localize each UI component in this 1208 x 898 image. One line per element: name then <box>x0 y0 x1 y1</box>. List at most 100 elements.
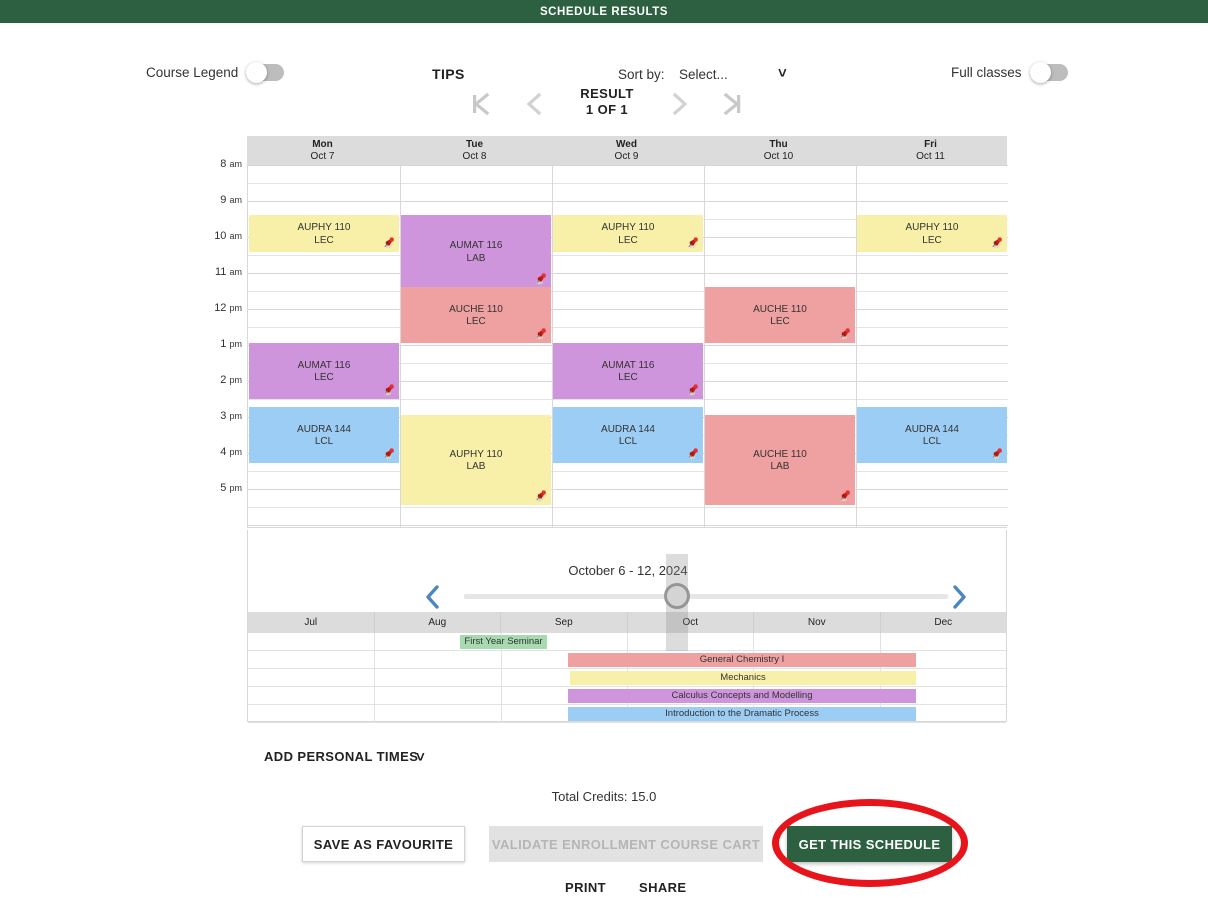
pushpin-icon <box>384 384 394 396</box>
sort-by-label: Sort by: <box>618 67 665 82</box>
grid-line <box>753 633 755 651</box>
time-label: 5 pm <box>220 482 242 494</box>
grid-line <box>248 525 1008 526</box>
event-section-type: LEC <box>314 234 334 246</box>
event-course-code: AUPHY 110 <box>297 222 351 233</box>
controls-row: Course Legend TIPS Sort by: Select... ˅ … <box>0 23 1208 83</box>
pushpin-icon <box>536 490 546 502</box>
calendar-event[interactable]: AUCHE 110 LEC <box>401 287 551 343</box>
result-counter: RESULT 1 OF 1 <box>559 86 655 118</box>
event-section-type: LAB <box>466 252 486 264</box>
gantt-rows: First Year Seminar General Chemistry I Mec… <box>248 633 1006 723</box>
calendar-event[interactable]: AUDRA 144 LCL <box>249 407 399 463</box>
pushpin-icon <box>536 328 546 340</box>
term-slider[interactable] <box>248 580 1008 614</box>
calendar-event[interactable]: AUPHY 110 LEC <box>553 215 703 252</box>
full-classes-label: Full classes <box>951 65 1022 80</box>
calendar-event[interactable]: AUDRA 144 LCL <box>553 407 703 463</box>
calendar-event[interactable]: AUPHY 110 LEC <box>857 215 1007 252</box>
print-button[interactable]: PRINT <box>565 880 606 895</box>
calendar-event[interactable]: AUMAT 116 LAB <box>401 215 551 288</box>
event-section-type: LAB <box>770 461 790 472</box>
event-section-type: LCL <box>314 436 334 447</box>
pushpin-icon <box>384 448 394 460</box>
grid-line <box>248 471 1008 472</box>
chevron-down-icon[interactable]: ˅ <box>778 65 787 82</box>
calendar-event[interactable]: AUCHE 110 LEC <box>705 287 855 343</box>
course-legend-toggle[interactable] <box>246 61 285 83</box>
gantt-course-bar[interactable]: Mechanics <box>570 671 916 685</box>
time-label: 10 am <box>214 230 242 242</box>
term-prev-week-button[interactable] <box>418 582 448 612</box>
event-course-code: AUDRA 144 <box>297 423 351 435</box>
grid-line <box>248 255 1008 256</box>
event-course-code: AUDRA 144 <box>601 423 655 435</box>
event-course-code: AUDRA 144 <box>905 423 959 435</box>
sort-by-select[interactable]: Select... <box>679 67 728 82</box>
grid-line <box>248 273 1008 274</box>
grid-line <box>500 669 502 687</box>
time-label: 9 am <box>220 194 242 206</box>
gantt-month-label: Nov <box>754 612 881 633</box>
gantt-course-bar[interactable]: General Chemistry I <box>568 653 916 667</box>
gantt-course-bar[interactable]: Calculus Concepts and Modelling <box>568 689 916 703</box>
calendar-day-header: Mon Oct 7 <box>247 136 399 165</box>
event-course-code: AUCHE 110 <box>753 448 807 460</box>
grid-line <box>626 633 628 651</box>
event-section-type: LEC <box>770 316 790 327</box>
add-personal-times-button[interactable]: ADD PERSONAL TIMES <box>264 749 418 764</box>
validate-enrollment-cart-button[interactable]: VALIDATE ENROLLMENT COURSE CART <box>489 826 763 862</box>
time-label: 11 am <box>215 266 242 278</box>
full-classes-toggle[interactable] <box>1029 61 1068 83</box>
page-banner: SCHEDULE RESULTS <box>0 0 1208 23</box>
chevron-down-icon[interactable]: ˅ <box>416 749 425 766</box>
event-course-code: AUMAT 116 <box>297 359 351 371</box>
calendar-event[interactable]: AUDRA 144 LCL <box>857 407 1007 463</box>
calendar-event[interactable]: AUMAT 116 LEC <box>553 343 703 399</box>
prev-result-button[interactable] <box>515 84 553 124</box>
event-course-code: AUCHE 110 <box>753 303 807 315</box>
term-slider-track[interactable] <box>464 594 948 599</box>
calendar-time-axis: 8 am 9 am 10 am 11 am 12 pm 1 pm 2 pm 3 pm 4 pm 5… <box>195 136 245 528</box>
annotation-ellipse <box>772 799 968 887</box>
grid-line <box>374 633 376 651</box>
calendar-event[interactable]: AUMAT 116 LEC <box>249 343 399 399</box>
calendar-event[interactable]: AUPHY 110 LAB <box>401 415 551 505</box>
grid-line <box>248 291 1008 292</box>
share-button[interactable]: SHARE <box>639 880 687 895</box>
calendar-day-headers: Mon Oct 7 Tue Oct 8 Wed Oct 9 Thu Oct 10 Fri Oct … <box>247 136 1007 165</box>
gantt-course-bar[interactable]: First Year Seminar <box>460 635 547 649</box>
course-legend-toggle-group[interactable]: Course Legend <box>146 61 285 83</box>
gantt-month-label: Jul <box>248 612 375 633</box>
event-section-type: LEC <box>922 234 942 246</box>
full-classes-toggle-group[interactable]: Full classes <box>951 61 1068 83</box>
next-result-button[interactable] <box>661 84 699 124</box>
calendar-event[interactable]: AUPHY 110 LEC <box>249 215 399 252</box>
tips-label[interactable]: TIPS <box>432 66 465 82</box>
grid-line <box>248 201 1008 202</box>
gantt-row: First Year Seminar <box>248 633 1006 651</box>
day-name: Tue <box>465 139 484 150</box>
last-result-button[interactable] <box>714 84 752 124</box>
banner-title: SCHEDULE RESULTS <box>539 5 669 18</box>
course-legend-label: Course Legend <box>146 65 239 80</box>
time-label: 12 pm <box>214 302 242 314</box>
calendar-event[interactable]: AUCHE 110 LAB <box>705 415 855 505</box>
toggle-knob <box>246 61 268 83</box>
event-course-code: AUCHE 110 <box>449 303 503 315</box>
calendar-grid: AUPHY 110 LEC AUMAT 116 LAB AUPHY 110 LEC AUPH… <box>247 165 1008 528</box>
event-section-type: LEC <box>618 234 638 246</box>
gantt-month-headers: Jul Aug Sep Oct Nov Dec <box>248 612 1006 633</box>
event-section-type: LAB <box>466 461 486 472</box>
event-section-type: LEC <box>466 316 486 327</box>
save-as-favourite-button[interactable]: SAVE AS FAVOURITE <box>302 826 465 862</box>
pushpin-icon <box>992 448 1002 460</box>
gantt-course-bar[interactable]: Introduction to the Dramatic Process <box>568 707 916 721</box>
time-label: 2 pm <box>220 374 242 386</box>
gantt-row: Introduction to the Dramatic Process <box>248 705 1006 723</box>
term-next-week-button[interactable] <box>944 582 974 612</box>
first-result-button[interactable] <box>461 84 499 124</box>
pushpin-icon <box>992 237 1002 249</box>
result-counter-line1: RESULT <box>580 86 634 101</box>
pushpin-icon <box>840 490 850 502</box>
